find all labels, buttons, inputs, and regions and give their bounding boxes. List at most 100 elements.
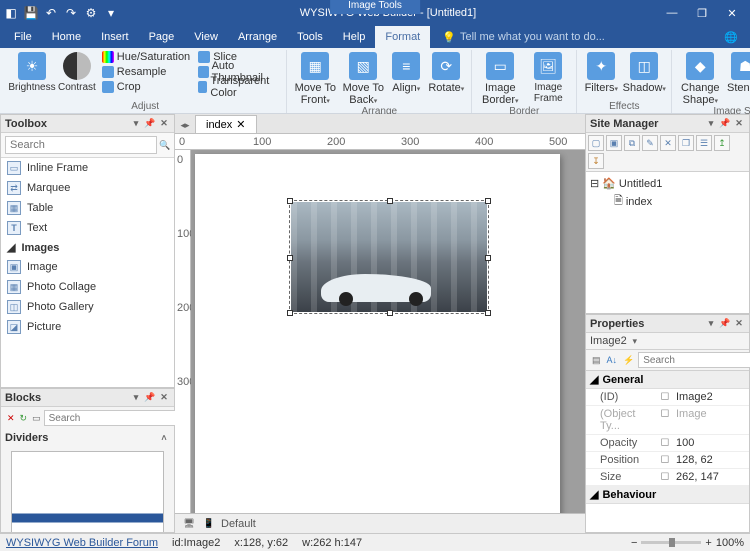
props-search-input[interactable] <box>638 352 750 368</box>
zoom-slider[interactable] <box>641 541 701 544</box>
forum-link[interactable]: WYSIWYG Web Builder Forum <box>6 537 158 549</box>
pin-icon[interactable]: 📌 <box>144 392 156 404</box>
folder-icon[interactable]: ▭ <box>32 412 41 424</box>
pin-icon[interactable]: 📌 <box>144 118 156 130</box>
close-icon[interactable]: ✕ <box>158 118 170 130</box>
zoom-in-icon[interactable]: + <box>705 537 711 549</box>
menu-arrange[interactable]: Arrange <box>228 26 287 48</box>
stencil-button[interactable]: ☗Stencil▾ <box>726 50 750 94</box>
shadow-button[interactable]: ◫Shadow▾ <box>623 50 665 94</box>
tab-close-icon[interactable]: ✕ <box>236 118 245 131</box>
crop-button[interactable]: Crop <box>100 80 192 94</box>
delete-icon[interactable]: ✕ <box>660 135 676 151</box>
menu-file[interactable]: File <box>4 26 42 48</box>
tree-page-index[interactable]: 🗎index <box>590 191 745 212</box>
menu-format[interactable]: Format <box>375 26 430 48</box>
new-page-icon[interactable]: ▢ <box>588 135 604 151</box>
toolbox-item-text[interactable]: TText <box>1 218 174 238</box>
resize-handle-nw[interactable] <box>287 198 293 204</box>
move-front-button[interactable]: ▦Move To Front▾ <box>293 50 337 106</box>
chevron-up-icon[interactable]: ˄ <box>158 432 170 444</box>
toolbox-item-table[interactable]: ▦Table <box>1 198 174 218</box>
rotate-button[interactable]: ⟳Rotate▾ <box>427 50 465 94</box>
page[interactable] <box>195 154 560 513</box>
down-icon[interactable]: ↧ <box>588 153 604 169</box>
move-back-button[interactable]: ▧Move To Back▾ <box>341 50 385 106</box>
transparent-button[interactable]: Transparent Color <box>196 80 280 94</box>
canvas[interactable] <box>191 150 585 513</box>
save-icon[interactable]: 💾 <box>24 6 38 20</box>
maximize-button[interactable]: ❐ <box>688 2 716 24</box>
resize-handle-e[interactable] <box>485 255 491 261</box>
search-icon[interactable]: 🔍 <box>159 139 170 151</box>
edit-icon[interactable]: ✎ <box>642 135 658 151</box>
mobile-icon[interactable]: 📱 <box>203 518 215 530</box>
new-folder-icon[interactable]: ▣ <box>606 135 622 151</box>
pin-icon[interactable]: 📌 <box>719 318 731 330</box>
toolbox-item-picture[interactable]: ◪Picture <box>1 317 174 337</box>
chevron-down-icon[interactable]: ▾ <box>629 335 641 347</box>
resize-handle-sw[interactable] <box>287 310 293 316</box>
resize-handle-se[interactable] <box>485 310 491 316</box>
resize-handle-s[interactable] <box>387 310 393 316</box>
close-icon[interactable]: ✕ <box>158 392 170 404</box>
resize-handle-ne[interactable] <box>485 198 491 204</box>
events-icon[interactable]: ⚡ <box>623 354 634 366</box>
prop-row-position[interactable]: Position◻128, 62 <box>586 452 749 469</box>
refresh-icon[interactable]: ↻ <box>20 412 28 424</box>
prop-row-type[interactable]: (Object Ty...◻Image <box>586 406 749 435</box>
dropdown-icon[interactable]: ▾ <box>705 118 717 130</box>
block-preview[interactable] <box>11 451 164 532</box>
filters-button[interactable]: ✦Filters▾ <box>583 50 619 94</box>
dropdown-icon[interactable]: ▾ <box>130 392 142 404</box>
menu-help[interactable]: Help <box>333 26 376 48</box>
dropdown-icon[interactable]: ▾ <box>130 118 142 130</box>
close-icon[interactable]: ✕ <box>733 118 745 130</box>
copy-icon[interactable]: ❐ <box>678 135 694 151</box>
toolbox-item-collage[interactable]: ▦Photo Collage <box>1 277 174 297</box>
resize-handle-w[interactable] <box>287 255 293 261</box>
tell-me[interactable]: 💡Tell me what you want to do... <box>442 31 605 44</box>
minus-icon[interactable]: ⊟ <box>590 177 599 190</box>
resample-button[interactable]: Resample <box>100 65 192 79</box>
zoom-out-icon[interactable]: − <box>631 537 637 549</box>
hue-button[interactable]: Hue/Saturation <box>100 50 192 64</box>
prop-row-id[interactable]: (ID)◻Image2 <box>586 389 749 406</box>
desktop-icon[interactable]: 🖥 <box>183 518 195 530</box>
toolbox-item-marquee[interactable]: ⇄Marquee <box>1 178 174 198</box>
categorized-icon[interactable]: ▤ <box>592 354 601 366</box>
dropdown-icon[interactable]: ▾ <box>705 318 717 330</box>
qat-dropdown-icon[interactable]: ▾ <box>104 6 118 20</box>
document-tab-index[interactable]: index✕ <box>195 115 257 133</box>
undo-icon[interactable]: ↶ <box>44 6 58 20</box>
menu-tools[interactable]: Tools <box>287 26 333 48</box>
blocks-search-input[interactable] <box>44 410 186 426</box>
close-icon[interactable]: ✕ <box>733 318 745 330</box>
minimize-button[interactable]: — <box>658 2 686 24</box>
pin-icon[interactable]: 📌 <box>719 118 731 130</box>
tab-nav-icon[interactable]: ◂▸ <box>179 119 191 131</box>
tree-root[interactable]: ⊟🏠Untitled1 <box>590 176 745 191</box>
toolbox-item-inlineframe[interactable]: ▭Inline Frame <box>1 158 174 178</box>
contrast-button[interactable]: Contrast <box>58 50 96 93</box>
menu-home[interactable]: Home <box>42 26 91 48</box>
menu-insert[interactable]: Insert <box>91 26 139 48</box>
prop-row-opacity[interactable]: Opacity◻100 <box>586 435 749 452</box>
clone-icon[interactable]: ⧉ <box>624 135 640 151</box>
up-icon[interactable]: ↥ <box>714 135 730 151</box>
sort-az-icon[interactable]: A↓ <box>607 354 618 366</box>
brightness-button[interactable]: ☀Brightness <box>10 50 54 93</box>
toolbox-item-gallery[interactable]: ◫Photo Gallery <box>1 297 174 317</box>
change-shape-button[interactable]: ◆Change Shape▾ <box>678 50 722 106</box>
redo-icon[interactable]: ↷ <box>64 6 78 20</box>
breakpoint-default[interactable]: Default <box>221 518 256 530</box>
props-icon[interactable]: ☰ <box>696 135 712 151</box>
zoom-control[interactable]: − + 100% <box>631 537 744 549</box>
publish-icon[interactable]: 🌐 <box>716 31 746 44</box>
delete-icon[interactable]: ✕ <box>7 412 15 424</box>
image-frame-button[interactable]: 🖼Image Frame <box>526 50 570 104</box>
align-button[interactable]: ≡Align▾ <box>389 50 423 94</box>
prop-cat-general[interactable]: ◢General <box>586 371 749 389</box>
resize-handle-n[interactable] <box>387 198 393 204</box>
menu-view[interactable]: View <box>184 26 228 48</box>
